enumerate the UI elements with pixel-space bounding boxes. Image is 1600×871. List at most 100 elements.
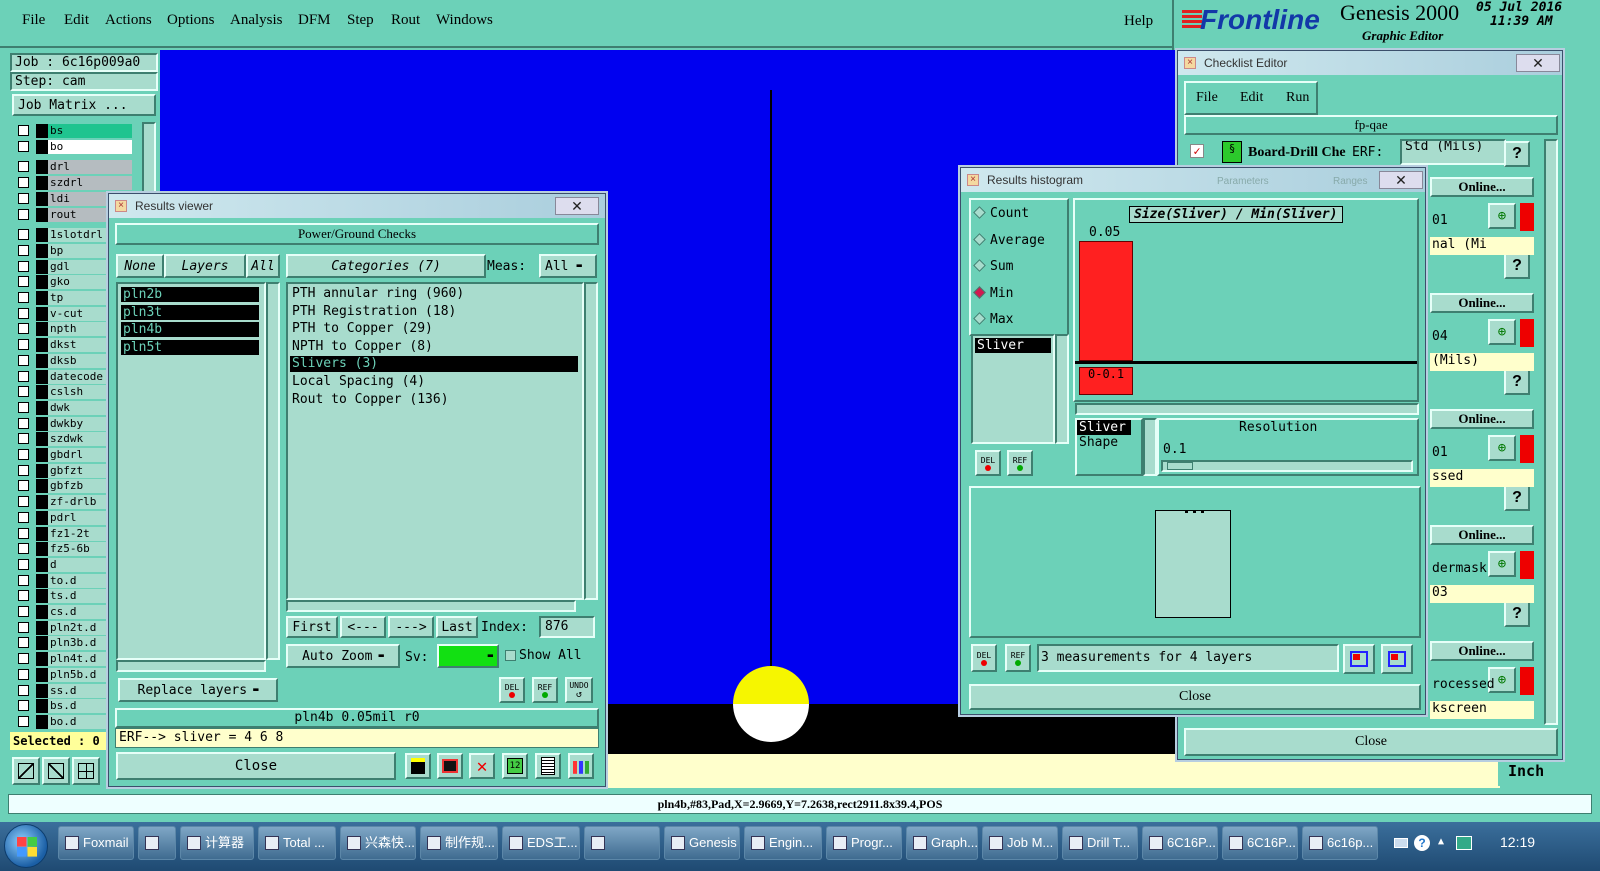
online-button[interactable]: Online... [1430, 177, 1534, 197]
layer-row-bo[interactable]: bo [14, 139, 132, 154]
taskbar-item[interactable]: EDS工... [502, 826, 580, 860]
results-viewer-titlebar[interactable]: × Results viewer ✕ [109, 194, 605, 218]
layer-checkbox[interactable] [18, 125, 29, 136]
layer-list-hscroll[interactable] [116, 660, 266, 672]
layer-checkbox[interactable] [18, 140, 29, 152]
layer-row-szdrl[interactable]: szdrl [14, 176, 132, 191]
taskbar-item[interactable]: Genesis [664, 826, 740, 860]
toolbar-icon-4[interactable]: 12 [502, 753, 528, 779]
category-list[interactable]: PTH annular ring (960) PTH Registration (… [286, 282, 584, 600]
prev-button[interactable]: <--- [340, 616, 386, 638]
layer-checkbox[interactable] [18, 527, 29, 539]
stat-option-sum[interactable]: Sum [973, 259, 1013, 274]
layer-checkbox[interactable] [18, 637, 29, 649]
taskbar-item[interactable]: Total ... [258, 826, 336, 860]
layer-checkbox[interactable] [18, 700, 29, 712]
taskbar-item[interactable]: 6c16p... [1302, 826, 1378, 860]
category-item[interactable]: Slivers (3) [290, 356, 578, 373]
layer-checkbox[interactable] [18, 464, 29, 476]
toolbar-icon-6[interactable] [568, 753, 594, 779]
layer-checkbox[interactable] [18, 276, 29, 288]
last-button[interactable]: Last [436, 616, 478, 638]
histogram-titlebar[interactable]: × Results histogram Parameters Ranges ✕ [961, 168, 1425, 192]
zoom-in-icon[interactable]: ⊕ [1488, 435, 1516, 461]
layer-checkbox[interactable] [18, 192, 29, 204]
online-button[interactable]: Online... [1430, 641, 1534, 661]
result-layer-list[interactable]: pln2b pln3t pln4b pln5t [116, 282, 266, 660]
layer-checkbox[interactable] [18, 574, 29, 586]
ref-icon[interactable]: REF [532, 677, 558, 703]
layer-checkbox[interactable] [18, 715, 29, 727]
taskbar-item[interactable]: Engin... [744, 826, 822, 860]
close-window-icon[interactable]: ✕ [555, 197, 599, 215]
ref-icon[interactable]: REF [1007, 450, 1033, 476]
layers-button[interactable]: Layers [164, 254, 246, 278]
taskbar-item[interactable] [138, 826, 176, 860]
zoom-to-fit-icon[interactable] [1343, 644, 1375, 674]
checklist-close-button[interactable]: Close [1184, 728, 1558, 756]
category-list-vscroll[interactable] [584, 282, 598, 600]
toolbar-icon-1[interactable] [405, 753, 431, 779]
category-item[interactable]: PTH Registration (18) [290, 304, 578, 320]
list-item[interactable]: pln4b [121, 322, 259, 337]
menu-dfm[interactable]: DFM [298, 12, 331, 29]
layer-checkbox[interactable] [18, 449, 29, 460]
sv-color-select[interactable]: ▬ [437, 644, 499, 668]
zoom-selected-icon[interactable] [1381, 644, 1413, 674]
layer-checkbox[interactable] [18, 401, 29, 413]
taskbar-item[interactable]: Graph... [906, 826, 978, 860]
menu-options[interactable]: Options [167, 12, 215, 29]
menu-step[interactable]: Step [347, 12, 374, 29]
layer-checkbox[interactable] [18, 370, 29, 382]
menu-windows[interactable]: Windows [436, 12, 493, 29]
all-layers-button[interactable]: All [246, 254, 280, 278]
help-icon[interactable]: ? [1504, 369, 1530, 395]
close-window-icon[interactable]: ✕ [1379, 171, 1423, 189]
layer-checkbox[interactable] [18, 684, 29, 696]
list-item[interactable]: Shape [1077, 435, 1141, 450]
tray-arrow-icon[interactable]: ▲ [1438, 836, 1444, 847]
layer-checkbox[interactable] [18, 606, 29, 617]
toolbar-icon-2[interactable] [437, 753, 463, 779]
help-icon[interactable]: ? [1504, 141, 1530, 167]
layer-row-drl[interactable]: drl [14, 160, 132, 175]
slider-thumb[interactable] [1167, 462, 1193, 470]
taskbar-item[interactable]: Progr... [826, 826, 902, 860]
layer-checkbox[interactable] [18, 668, 29, 680]
layer-checkbox[interactable] [18, 177, 29, 189]
list-item[interactable]: pln3t [121, 304, 259, 320]
taskbar-item[interactable]: 6C16P... [1142, 826, 1218, 860]
layer-list-vscroll[interactable] [266, 282, 280, 660]
checklist-vscroll[interactable] [1544, 139, 1558, 725]
help-icon[interactable]: ? [1504, 253, 1530, 279]
taskbar-item[interactable] [584, 826, 660, 860]
taskbar-item[interactable]: Job M... [982, 826, 1058, 860]
layer-checkbox[interactable] [18, 417, 29, 429]
zoom-in-icon[interactable]: ⊕ [1488, 551, 1516, 577]
help-icon[interactable]: ? [1504, 601, 1530, 627]
tool-icon-3[interactable] [72, 757, 100, 785]
layer-checkbox[interactable] [18, 480, 29, 492]
stat-option-count[interactable]: Count [973, 206, 1029, 221]
layer-checkbox[interactable] [18, 208, 29, 220]
layer-checkbox[interactable] [18, 244, 29, 256]
list-item[interactable]: pln5t [121, 339, 259, 355]
layer-checkbox[interactable] [18, 307, 29, 319]
menu-edit[interactable]: Edit [64, 12, 89, 29]
histogram-close-button[interactable]: Close [969, 684, 1421, 710]
layer-checkbox[interactable] [18, 339, 29, 351]
histogram-bar[interactable] [1079, 241, 1133, 361]
layer-row-bs[interactable]: bs [14, 124, 132, 138]
tray-help-icon[interactable]: ? [1414, 835, 1430, 851]
taskbar-item[interactable]: Foxmail [58, 826, 134, 860]
layer-checkbox[interactable] [18, 292, 29, 303]
auto-zoom-select[interactable]: Auto Zoom ▬ [286, 644, 400, 668]
histogram-hscroll[interactable] [1075, 403, 1419, 415]
category-item[interactable]: PTH annular ring (960) [290, 286, 578, 302]
layer-checkbox[interactable] [18, 260, 29, 272]
del-icon[interactable]: DEL [499, 677, 525, 703]
help-icon[interactable]: ? [1504, 485, 1530, 511]
zoom-in-icon[interactable]: ⊕ [1488, 203, 1516, 229]
online-button[interactable]: Online... [1430, 525, 1534, 545]
del-icon[interactable]: DEL [971, 644, 997, 672]
